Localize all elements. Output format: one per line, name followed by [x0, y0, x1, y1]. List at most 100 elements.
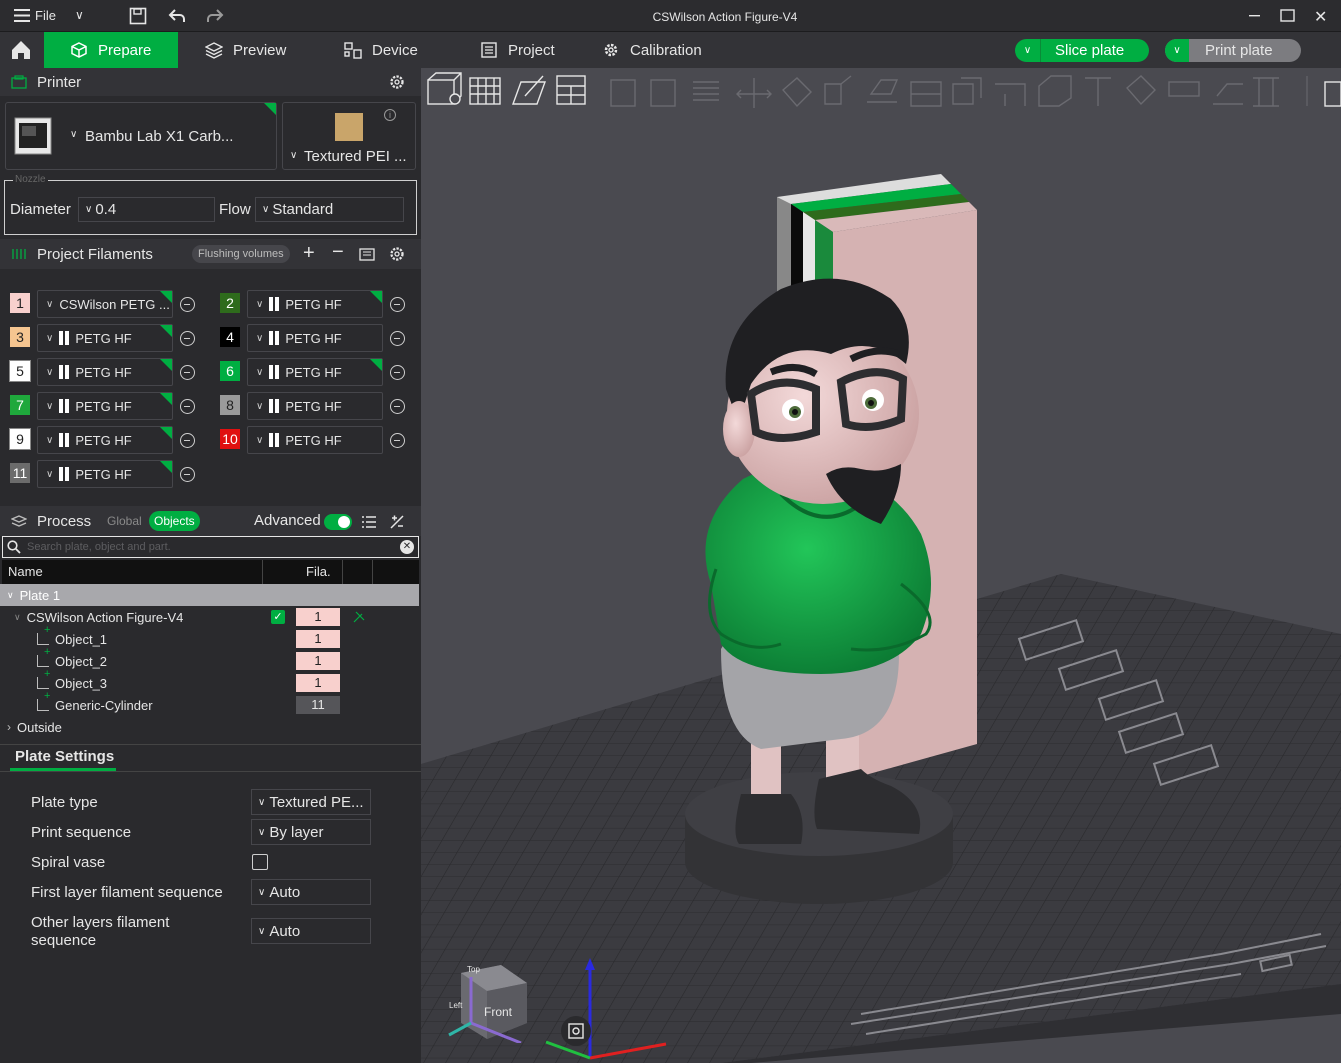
- printer-selector[interactable]: ∨ Bambu Lab X1 Carb...: [5, 102, 277, 170]
- print-plate-button[interactable]: ∨ Print plate: [1165, 39, 1301, 62]
- first-layer-sequence-select[interactable]: ∨ Auto: [251, 879, 371, 905]
- object-search-input[interactable]: Search plate, object and part. ✕: [2, 536, 419, 558]
- remove-filament-icon[interactable]: [180, 297, 195, 312]
- maximize-icon[interactable]: [1280, 8, 1296, 25]
- settings-icon[interactable]: [389, 246, 405, 262]
- print-sequence-select[interactable]: ∨ By layer: [251, 819, 371, 845]
- name-column-header[interactable]: Name: [8, 564, 43, 579]
- plate-row[interactable]: ∨ Plate 1: [0, 584, 419, 606]
- filament-select[interactable]: ∨ PETG HF: [37, 324, 173, 352]
- part-row[interactable]: + Object_3 1: [0, 668, 419, 694]
- tab-prepare[interactable]: Prepare: [44, 32, 178, 68]
- scene-canvas[interactable]: [421, 114, 1341, 1063]
- global-toggle[interactable]: Global: [107, 514, 142, 528]
- filament-select[interactable]: ∨ PETG HF: [37, 392, 173, 420]
- add-icon[interactable]: +: [303, 242, 315, 265]
- compare-icon[interactable]: [389, 514, 405, 530]
- clear-search-icon[interactable]: ✕: [400, 540, 414, 554]
- camera-reset-button[interactable]: [561, 1016, 591, 1046]
- remove-filament-icon[interactable]: [390, 297, 405, 312]
- close-icon[interactable]: ✕: [1314, 7, 1327, 27]
- home-icon[interactable]: [10, 39, 32, 64]
- tab-preview[interactable]: Preview: [205, 32, 286, 68]
- flushing-volumes-button[interactable]: Flushing volumes: [192, 245, 290, 263]
- remove-filament-icon[interactable]: [180, 467, 195, 482]
- color-paint-icon[interactable]: [1126, 75, 1156, 106]
- fila-column-header[interactable]: Fila.: [306, 564, 331, 579]
- filament-select[interactable]: ∨ PETG HF: [247, 358, 383, 386]
- tab-calibration[interactable]: Calibration: [602, 32, 702, 68]
- settings-icon[interactable]: [389, 74, 405, 90]
- spiral-vase-checkbox[interactable]: [252, 854, 268, 870]
- arrange-icon[interactable]: [556, 75, 586, 105]
- minimize-icon[interactable]: [1248, 8, 1262, 25]
- part-row[interactable]: + Generic-Cylinder 11: [0, 690, 419, 716]
- filament-select[interactable]: ∨ PETG HF: [247, 426, 383, 454]
- brim-ears-icon[interactable]: [1253, 77, 1279, 107]
- boolean-icon[interactable]: [952, 77, 982, 105]
- slice-plate-button[interactable]: ∨ Slice plate: [1015, 39, 1149, 62]
- remove-filament-icon[interactable]: [390, 433, 405, 448]
- remove-filament-icon[interactable]: [390, 365, 405, 380]
- view-icon[interactable]: [1324, 81, 1341, 107]
- chevron-down-icon[interactable]: ∨: [14, 612, 21, 623]
- chevron-right-icon[interactable]: ›: [7, 720, 11, 734]
- add-plate-icon[interactable]: [469, 77, 501, 105]
- info-icon[interactable]: i: [384, 109, 396, 121]
- support-paint-icon[interactable]: [995, 83, 1026, 106]
- filament-select[interactable]: ∨ PETG HF: [37, 358, 173, 386]
- measure-icon[interactable]: [1168, 81, 1200, 97]
- plate-settings-tab[interactable]: Plate Settings: [15, 748, 114, 765]
- filament-index[interactable]: 1: [296, 608, 340, 626]
- chevron-down-icon[interactable]: ∨: [7, 590, 14, 601]
- plate-type-select[interactable]: ∨ Textured PE...: [251, 789, 371, 815]
- other-layers-sequence-select[interactable]: ∨ Auto: [251, 918, 371, 944]
- flow-select[interactable]: ∨ Standard: [255, 197, 404, 222]
- filament-index[interactable]: 1: [296, 674, 340, 692]
- filament-index[interactable]: 11: [296, 696, 340, 714]
- edit-icon[interactable]: [352, 610, 366, 624]
- scale-icon[interactable]: [824, 75, 852, 105]
- filament-select[interactable]: ∨ PETG HF: [247, 290, 383, 318]
- chevron-down-icon[interactable]: ∨: [1015, 39, 1041, 62]
- layers-icon[interactable]: [693, 81, 719, 101]
- objects-toggle[interactable]: Objects: [149, 511, 200, 531]
- plate-selector[interactable]: i ∨ Textured PEI ...: [282, 102, 416, 170]
- part-row[interactable]: + Object_2 1: [0, 646, 419, 672]
- filament-select[interactable]: ∨ PETG HF: [247, 324, 383, 352]
- cut-icon[interactable]: [910, 81, 942, 107]
- tab-project[interactable]: Project: [480, 32, 555, 68]
- remove-filament-icon[interactable]: [390, 331, 405, 346]
- lay-on-face-icon[interactable]: [867, 79, 899, 103]
- rotate-icon[interactable]: [782, 77, 812, 108]
- remove-filament-icon[interactable]: [180, 365, 195, 380]
- split-icon[interactable]: [610, 79, 636, 107]
- tab-device[interactable]: Device: [344, 32, 418, 68]
- chevron-down-icon[interactable]: ∨: [1165, 39, 1189, 62]
- layout-icon[interactable]: [650, 79, 676, 107]
- filament-index[interactable]: 1: [296, 630, 340, 648]
- part-row[interactable]: + Object_1 1: [0, 624, 419, 650]
- view-cube[interactable]: Top Front Left: [441, 963, 527, 1045]
- filament-select[interactable]: ∨ PETG HF: [37, 460, 173, 488]
- filament-index[interactable]: 1: [296, 652, 340, 670]
- remove-filament-icon[interactable]: [390, 399, 405, 414]
- list-icon[interactable]: [361, 515, 377, 529]
- filament-select[interactable]: ∨ CSWilson PETG ...: [37, 290, 173, 318]
- seam-icon[interactable]: [1038, 75, 1072, 107]
- remove-filament-icon[interactable]: [180, 433, 195, 448]
- auto-orient-icon[interactable]: [512, 75, 546, 105]
- filament-select[interactable]: ∨ PETG HF: [37, 426, 173, 454]
- filament-select[interactable]: ∨ PETG HF: [247, 392, 383, 420]
- outside-row[interactable]: › Outside: [0, 716, 419, 738]
- advanced-switch[interactable]: [324, 514, 352, 530]
- remove-icon[interactable]: −: [332, 241, 344, 264]
- printable-checkbox[interactable]: ✓: [271, 610, 285, 624]
- remove-filament-icon[interactable]: [180, 399, 195, 414]
- move-icon[interactable]: [736, 78, 772, 108]
- diameter-select[interactable]: ∨ 0.4: [78, 197, 215, 222]
- text-icon[interactable]: [1085, 77, 1111, 106]
- object-row[interactable]: ∨ CSWilson Action Figure-V4 ✓ 1: [0, 606, 419, 628]
- remove-filament-icon[interactable]: [180, 331, 195, 346]
- sync-icon[interactable]: [359, 246, 377, 262]
